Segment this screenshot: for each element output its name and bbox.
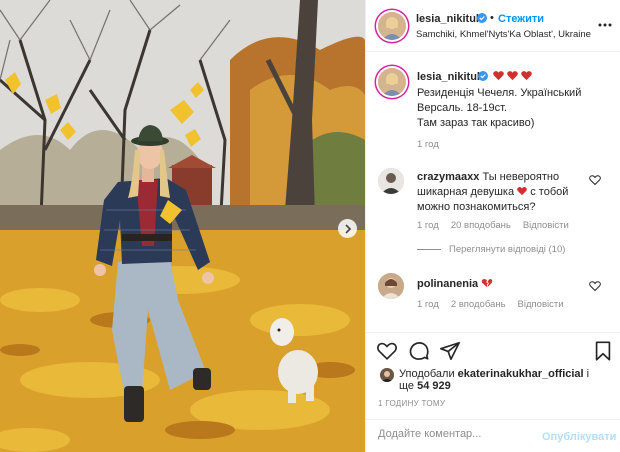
comment-text: можно познакомиться? [417,201,536,213]
caption-hearts [493,70,532,81]
comment-text: с тобой [530,186,569,198]
comment-likes-count[interactable]: 20 вподобань [451,220,511,231]
caption-line: Резиденція Чечеля. Український [417,87,582,99]
like-heart-icon[interactable] [589,280,601,292]
liker-avatar[interactable] [380,368,394,382]
comment-meta: 1 год 2 вподобань Відповісти [417,299,564,310]
caption-avatar[interactable] [378,68,406,96]
heart-emoji-icon [517,187,528,196]
like-heart-icon[interactable] [376,340,398,362]
heart-emoji-icon [493,71,504,81]
caption-line: Там зараз так красиво) [417,117,535,129]
comment-line: crazymaaxx Ты невероятно [417,170,559,185]
post-photo [0,0,365,452]
avatar-image [378,168,404,194]
bookmark-icon[interactable] [592,340,614,362]
caption-line: Версаль. 18-19ст. [417,102,507,114]
publish-button[interactable]: Опублікувати [542,431,616,443]
reply-button[interactable]: Відповісти [523,220,569,231]
reply-button[interactable]: Відповісти [518,299,564,310]
post-actions-bar [366,332,620,366]
comment-avatar[interactable] [378,168,404,194]
verified-badge-icon [477,13,487,23]
comment-likes-count[interactable]: 2 вподобань [451,299,506,310]
likes-line: Уподобали ekaterinakukhar_official і [399,368,589,380]
location-link[interactable]: Samchiki, Khmel'Nyts'Ka Oblast', Ukraine [416,29,591,40]
comment-bubble-icon[interactable] [408,340,430,362]
likes-line: ще 54 929 [399,380,451,392]
caption-text: Резиденція Чечеля. Український Версаль. … [417,86,612,131]
next-photo-button[interactable] [338,219,357,238]
avatar-image [380,368,394,382]
comment-text: шикарная девушка [417,186,515,198]
likes-summary: Уподобали ekaterinakukhar_official і ще … [378,366,613,396]
likes-conjunction: і [586,368,590,380]
likes-prefix: Уподобали [399,368,455,380]
heart-emoji-icon [507,71,518,81]
avatar-image [378,273,404,299]
comment-username[interactable]: crazymaaxx [417,171,479,183]
avatar-image [378,12,406,40]
comment-username[interactable]: polinanenia [417,278,478,290]
separator-dot: • [490,12,494,24]
liker-username[interactable]: ekaterinakukhar_official [458,368,584,380]
add-comment-bar: Опублікувати [366,419,620,452]
avatar-image [378,68,406,96]
comment-line: шикарная девушка с тобой [417,185,568,200]
post-side-panel: lesia_nikituk • Стежити Samchiki, Khmel'… [365,0,620,452]
likes-more-prefix: ще [399,380,415,392]
verified-badge-icon [478,71,488,81]
comment-time: 1 год [417,220,439,231]
caption-time: 1 год [417,139,439,150]
broken-heart-emoji-icon [481,279,493,288]
like-heart-icon[interactable] [589,174,601,186]
chevron-right-icon [344,223,351,234]
caption-username[interactable]: lesia_nikituk [417,71,483,83]
follow-button[interactable]: Стежити [498,13,544,25]
header-username[interactable]: lesia_nikituk [416,13,482,25]
share-paper-plane-icon[interactable] [439,340,461,362]
post-header: lesia_nikituk • Стежити Samchiki, Khmel'… [366,0,620,52]
comment-avatar[interactable] [378,273,404,299]
comment-input[interactable] [378,428,538,440]
avatar[interactable] [378,12,406,40]
comment-line: polinanenia [417,277,493,292]
comment-line: можно познакомиться? [417,200,535,215]
comment-text: Ты невероятно [482,171,560,183]
view-replies-button[interactable]: Переглянути відповіді (10) [417,244,565,255]
likes-count[interactable]: 54 929 [417,380,451,392]
heart-emoji-icon [521,71,532,81]
comment-time: 1 год [417,299,439,310]
comment-meta: 1 год 20 вподобань Відповісти [417,220,569,231]
view-replies-label: Переглянути відповіді (10) [449,244,566,255]
photo-scene [0,0,365,452]
more-horizontal-icon[interactable] [597,18,613,32]
divider [417,249,441,250]
post-timestamp[interactable]: 1 ГОДИНУ ТОМУ [378,399,445,408]
